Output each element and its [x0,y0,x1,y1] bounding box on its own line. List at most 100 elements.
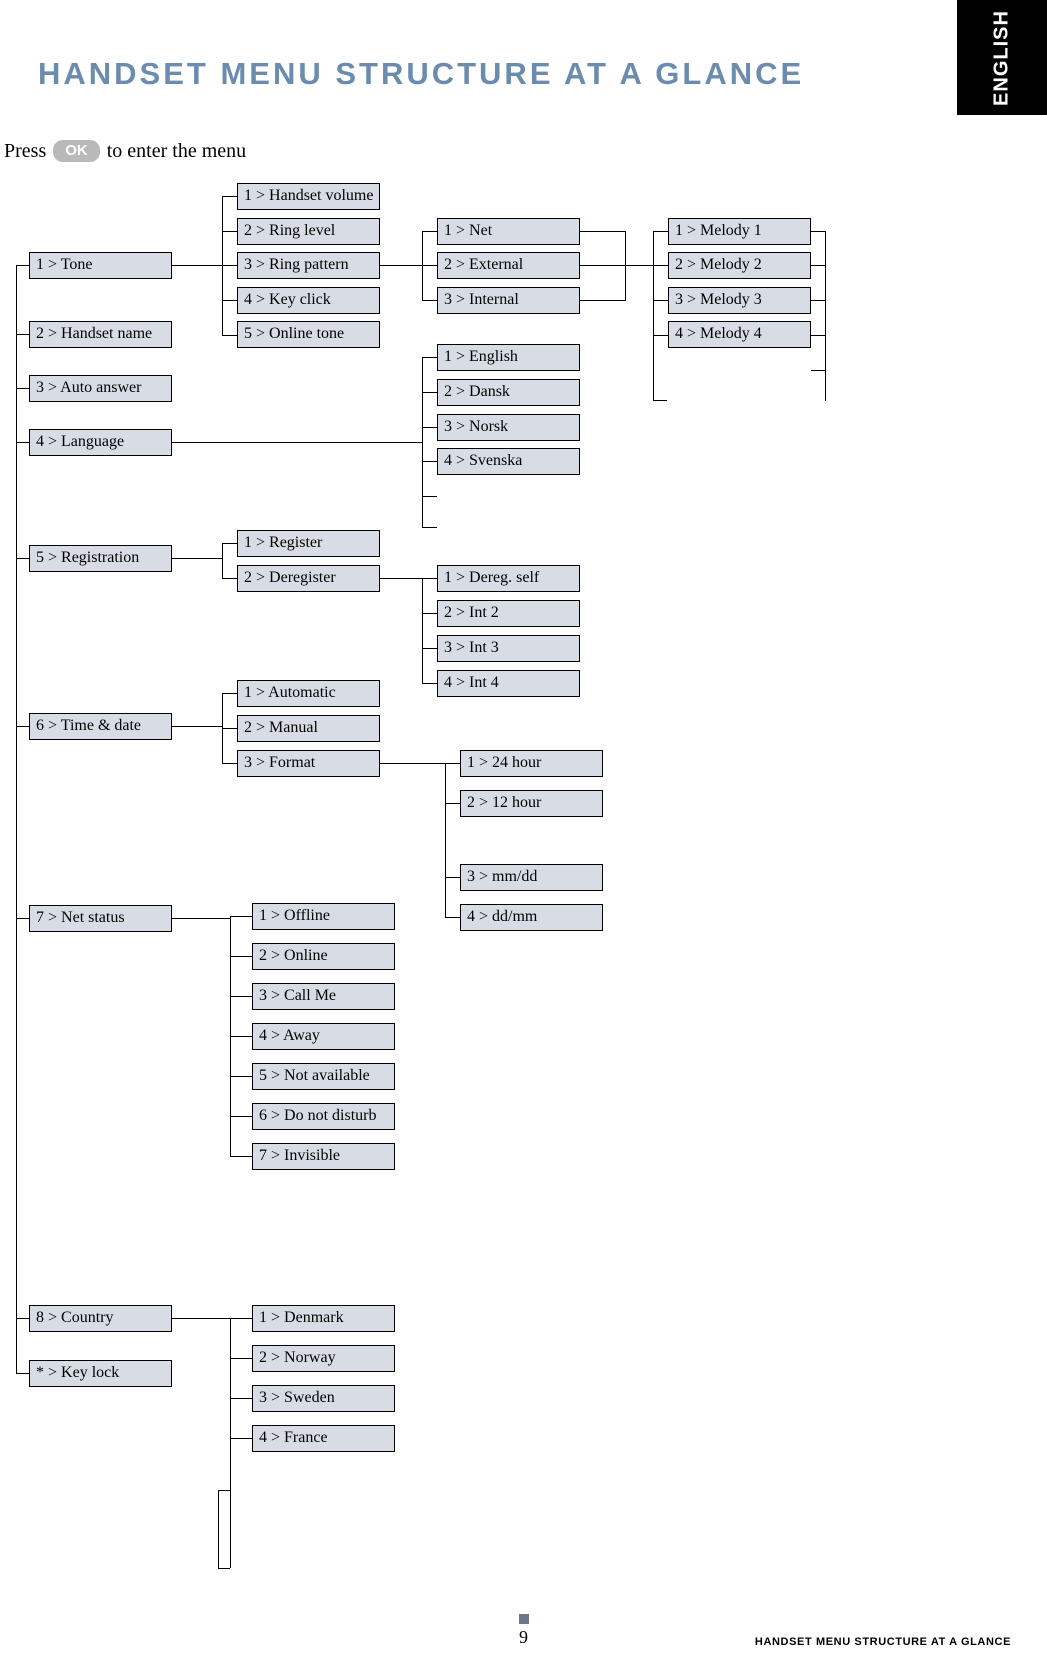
connector [16,726,29,727]
connector [445,803,460,804]
connector [16,1318,29,1319]
connector [811,231,825,232]
connector [16,442,29,443]
connector [422,613,437,614]
tone-ring-pattern: 3 > Ring pattern [237,252,380,279]
connector [445,763,446,918]
connector [811,265,825,266]
connector [16,1373,29,1374]
tone-ring-level: 2 > Ring level [237,218,380,245]
fmt-24h: 1 > 24 hour [460,750,603,777]
connector [16,918,29,919]
connector [422,578,437,579]
dereg-int2: 2 > Int 2 [437,600,580,627]
ns-do-not-disturb: 6 > Do not disturb [252,1103,395,1130]
dereg-self: 1 > Dereg. self [437,565,580,592]
td-automatic: 1 > Automatic [237,680,380,707]
connector [422,527,437,528]
melody-2: 2 > Melody 2 [668,252,811,279]
connector [230,1116,252,1117]
connector [222,578,237,579]
ns-away: 4 > Away [252,1023,395,1050]
connector [230,1438,252,1439]
reg-register: 1 > Register [237,530,380,557]
ringpattern-net: 1 > Net [437,218,580,245]
connector [172,265,222,266]
page-marker-icon [519,1614,529,1624]
instruction: Press OK to enter the menu [4,140,246,163]
connector [222,763,237,764]
ringpattern-external: 2 > External [437,252,580,279]
connector [16,334,29,335]
reg-deregister: 2 > Deregister [237,565,380,592]
connector [230,1398,252,1399]
ns-offline: 1 > Offline [252,903,395,930]
connector [580,265,625,266]
connector [653,400,667,401]
connector [422,392,437,393]
lang-english: 1 > English [437,344,580,371]
connector [422,231,423,301]
menu-net-status: 7 > Net status [29,905,172,932]
tone-handset-volume: 1 > Handset volume [237,183,380,210]
connector [445,917,460,918]
connector [422,265,437,266]
connector [422,427,437,428]
connector [222,335,237,336]
ns-not-available: 5 > Not available [252,1063,395,1090]
connector [222,196,223,336]
connector [222,265,237,266]
ns-invisible: 7 > Invisible [252,1143,395,1170]
dereg-int3: 3 > Int 3 [437,635,580,662]
fmt-ddmm: 4 > dd/mm [460,904,603,931]
connector [653,335,668,336]
ns-call-me: 3 > Call Me [252,983,395,1010]
td-manual: 2 > Manual [237,715,380,742]
connector [218,1568,230,1569]
connector [811,335,825,336]
connector [422,357,437,358]
connector [222,543,237,544]
connector [653,231,668,232]
connector [422,300,437,301]
connector [230,1076,252,1077]
connector [222,300,237,301]
connector [422,357,423,527]
connector [172,442,423,443]
page-number: 9 [519,1627,528,1648]
connector [653,300,668,301]
fmt-12h: 2 > 12 hour [460,790,603,817]
instruction-prefix: Press [4,140,51,162]
menu-key-lock: * > Key lock [29,1360,172,1387]
connector [222,196,237,197]
footer-label: HANDSET MENU STRUCTURE AT A GLANCE [755,1636,1011,1648]
connector [222,728,237,729]
connector [230,1318,231,1568]
country-france: 4 > France [252,1425,395,1452]
connector [16,265,17,1373]
connector [380,265,422,266]
melody-3: 3 > Melody 3 [668,287,811,314]
connector [218,1490,230,1491]
connector [811,370,825,371]
tone-online-tone: 5 > Online tone [237,321,380,348]
lang-dansk: 2 > Dansk [437,379,580,406]
ringpattern-internal: 3 > Internal [437,287,580,314]
connector [653,265,668,266]
connector [230,1036,252,1037]
menu-time-date: 6 > Time & date [29,713,172,740]
connector [172,558,222,559]
connector [380,763,445,764]
connector [580,231,625,232]
side-tab: ENGLISH [957,0,1047,115]
country-sweden: 3 > Sweden [252,1385,395,1412]
connector [422,231,437,232]
connector [230,956,252,957]
connector [222,231,237,232]
menu-country: 8 > Country [29,1305,172,1332]
td-format: 3 > Format [237,750,380,777]
connector [580,300,625,301]
connector [230,1156,252,1157]
lang-svenska: 4 > Svenska [437,448,580,475]
connector [422,461,437,462]
